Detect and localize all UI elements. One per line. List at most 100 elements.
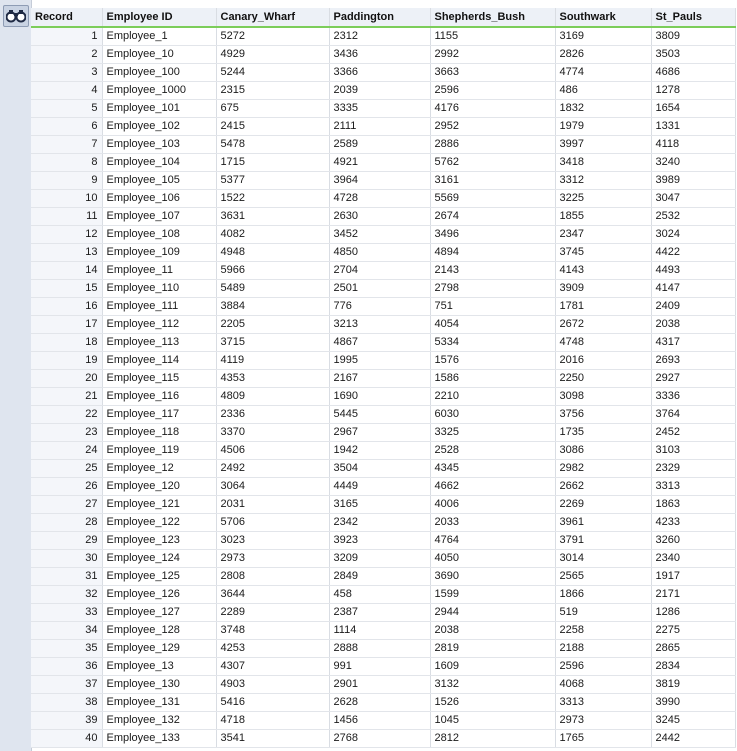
southwark-cell[interactable]: 3961: [555, 513, 652, 532]
employee-id-cell[interactable]: Employee_126: [102, 585, 217, 604]
table-row[interactable]: 10 Employee_106 1522 4728 5569 3225 3047: [31, 189, 736, 208]
southwark-cell[interactable]: 4774: [555, 63, 652, 82]
shepherds-bush-cell[interactable]: 1155: [430, 27, 556, 46]
st-pauls-cell[interactable]: 2171: [651, 585, 736, 604]
employee-id-cell[interactable]: Employee_106: [102, 189, 217, 208]
southwark-cell[interactable]: 1832: [555, 99, 652, 118]
st-pauls-cell[interactable]: 4493: [651, 261, 736, 280]
employee-id-cell[interactable]: Employee_114: [102, 351, 217, 370]
table-row[interactable]: 4 Employee_1000 2315 2039 2596 486 1278: [31, 81, 736, 100]
shepherds-bush-cell[interactable]: 2210: [430, 387, 556, 406]
southwark-cell[interactable]: 1979: [555, 117, 652, 136]
st-pauls-cell[interactable]: 2329: [651, 459, 736, 478]
table-row[interactable]: 23 Employee_118 3370 2967 3325 1735 2452: [31, 423, 736, 442]
st-pauls-cell[interactable]: 3245: [651, 711, 736, 730]
southwark-cell[interactable]: 3312: [555, 171, 652, 190]
canary-wharf-cell[interactable]: 4929: [216, 45, 330, 64]
table-row[interactable]: 18 Employee_113 3715 4867 5334 4748 4317: [31, 333, 736, 352]
canary-wharf-cell[interactable]: 3715: [216, 333, 330, 352]
southwark-cell[interactable]: 519: [555, 603, 652, 622]
southwark-cell[interactable]: 2258: [555, 621, 652, 640]
st-pauls-cell[interactable]: 4686: [651, 63, 736, 82]
employee-id-cell[interactable]: Employee_120: [102, 477, 217, 496]
employee-id-cell[interactable]: Employee_104: [102, 153, 217, 172]
record-number-cell[interactable]: 19: [31, 351, 103, 370]
column-header-canary-wharf[interactable]: Canary_Wharf: [216, 8, 330, 28]
shepherds-bush-cell[interactable]: 2819: [430, 639, 556, 658]
paddington-cell[interactable]: 4921: [329, 153, 431, 172]
paddington-cell[interactable]: 2111: [329, 117, 431, 136]
st-pauls-cell[interactable]: 1286: [651, 603, 736, 622]
shepherds-bush-cell[interactable]: 2992: [430, 45, 556, 64]
record-number-cell[interactable]: 35: [31, 639, 103, 658]
shepherds-bush-cell[interactable]: 4662: [430, 477, 556, 496]
canary-wharf-cell[interactable]: 5478: [216, 135, 330, 154]
record-number-cell[interactable]: 27: [31, 495, 103, 514]
employee-id-cell[interactable]: Employee_121: [102, 495, 217, 514]
paddington-cell[interactable]: 5445: [329, 405, 431, 424]
record-number-cell[interactable]: 28: [31, 513, 103, 532]
shepherds-bush-cell[interactable]: 3663: [430, 63, 556, 82]
st-pauls-cell[interactable]: 2452: [651, 423, 736, 442]
record-number-cell[interactable]: 12: [31, 225, 103, 244]
column-header-shepherds-bush[interactable]: Shepherds_Bush: [430, 8, 556, 28]
southwark-cell[interactable]: 2662: [555, 477, 652, 496]
paddington-cell[interactable]: 458: [329, 585, 431, 604]
southwark-cell[interactable]: 3745: [555, 243, 652, 262]
table-row[interactable]: 6 Employee_102 2415 2111 2952 1979 1331: [31, 117, 736, 136]
record-number-cell[interactable]: 13: [31, 243, 103, 262]
shepherds-bush-cell[interactable]: 1576: [430, 351, 556, 370]
southwark-cell[interactable]: 2188: [555, 639, 652, 658]
paddington-cell[interactable]: 2387: [329, 603, 431, 622]
employee-id-cell[interactable]: Employee_113: [102, 333, 217, 352]
employee-id-cell[interactable]: Employee_13: [102, 657, 217, 676]
record-number-cell[interactable]: 38: [31, 693, 103, 712]
st-pauls-cell[interactable]: 1278: [651, 81, 736, 100]
employee-id-cell[interactable]: Employee_122: [102, 513, 217, 532]
canary-wharf-cell[interactable]: 4353: [216, 369, 330, 388]
st-pauls-cell[interactable]: 4233: [651, 513, 736, 532]
record-number-cell[interactable]: 30: [31, 549, 103, 568]
record-number-cell[interactable]: 39: [31, 711, 103, 730]
paddington-cell[interactable]: 3366: [329, 63, 431, 82]
employee-id-cell[interactable]: Employee_102: [102, 117, 217, 136]
southwark-cell[interactable]: 3086: [555, 441, 652, 460]
record-number-cell[interactable]: 29: [31, 531, 103, 550]
southwark-cell[interactable]: 1866: [555, 585, 652, 604]
southwark-cell[interactable]: 2982: [555, 459, 652, 478]
table-row[interactable]: 37 Employee_130 4903 2901 3132 4068 3819: [31, 675, 736, 694]
shepherds-bush-cell[interactable]: 751: [430, 297, 556, 316]
canary-wharf-cell[interactable]: 4718: [216, 711, 330, 730]
canary-wharf-cell[interactable]: 4948: [216, 243, 330, 262]
canary-wharf-cell[interactable]: 3541: [216, 729, 330, 748]
record-number-cell[interactable]: 6: [31, 117, 103, 136]
table-row[interactable]: 26 Employee_120 3064 4449 4662 2662 3313: [31, 477, 736, 496]
paddington-cell[interactable]: 2630: [329, 207, 431, 226]
table-row[interactable]: 40 Employee_133 3541 2768 2812 1765 2442: [31, 729, 736, 748]
st-pauls-cell[interactable]: 3313: [651, 477, 736, 496]
shepherds-bush-cell[interactable]: 1599: [430, 585, 556, 604]
record-number-cell[interactable]: 7: [31, 135, 103, 154]
southwark-cell[interactable]: 3791: [555, 531, 652, 550]
paddington-cell[interactable]: 1114: [329, 621, 431, 640]
record-number-cell[interactable]: 31: [31, 567, 103, 586]
paddington-cell[interactable]: 4867: [329, 333, 431, 352]
employee-id-cell[interactable]: Employee_123: [102, 531, 217, 550]
canary-wharf-cell[interactable]: 2315: [216, 81, 330, 100]
employee-id-cell[interactable]: Employee_101: [102, 99, 217, 118]
shepherds-bush-cell[interactable]: 3132: [430, 675, 556, 694]
employee-id-cell[interactable]: Employee_100: [102, 63, 217, 82]
paddington-cell[interactable]: 2849: [329, 567, 431, 586]
employee-id-cell[interactable]: Employee_119: [102, 441, 217, 460]
canary-wharf-cell[interactable]: 3884: [216, 297, 330, 316]
table-row[interactable]: 22 Employee_117 2336 5445 6030 3756 3764: [31, 405, 736, 424]
paddington-cell[interactable]: 3504: [329, 459, 431, 478]
southwark-cell[interactable]: 2973: [555, 711, 652, 730]
table-row[interactable]: 12 Employee_108 4082 3452 3496 2347 3024: [31, 225, 736, 244]
table-row[interactable]: 16 Employee_111 3884 776 751 1781 2409: [31, 297, 736, 316]
paddington-cell[interactable]: 1690: [329, 387, 431, 406]
table-row[interactable]: 7 Employee_103 5478 2589 2886 3997 4118: [31, 135, 736, 154]
paddington-cell[interactable]: 4449: [329, 477, 431, 496]
paddington-cell[interactable]: 991: [329, 657, 431, 676]
southwark-cell[interactable]: 3225: [555, 189, 652, 208]
